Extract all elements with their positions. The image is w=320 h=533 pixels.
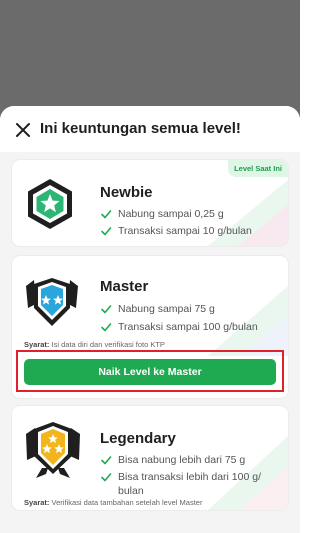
- benefit-item: Bisa nabung lebih dari 75 g: [100, 453, 245, 467]
- benefit-item: Nabung sampai 75 g: [100, 302, 215, 316]
- legendary-badge-icon: [26, 422, 80, 478]
- upgrade-to-master-button[interactable]: Naik Level ke Master: [24, 359, 276, 385]
- check-icon: [101, 473, 112, 482]
- benefit-item: Transaksi sampai 10 g/bulan: [100, 224, 252, 238]
- level-name: Legendary: [100, 430, 176, 447]
- check-icon: [101, 456, 112, 465]
- benefit-text: Transaksi sampai 10 g/bulan: [118, 225, 252, 237]
- current-level-badge: Level Saat Ini: [228, 160, 288, 177]
- check-icon: [101, 323, 112, 332]
- benefit-text-line: Bisa transaksi lebih dari 100 g/: [118, 471, 261, 483]
- requirement-text: Syarat: Verifikasi data tambahan setelah…: [24, 498, 202, 507]
- benefit-text: Nabung sampai 75 g: [118, 303, 215, 315]
- benefit-text-line: bulan: [118, 485, 144, 497]
- sheet-title: Ini keuntungan semua level!: [40, 120, 241, 137]
- close-icon[interactable]: [14, 121, 32, 139]
- benefit-text: Bisa transaksi lebih dari 100 g/ bulan: [118, 470, 261, 498]
- benefit-item: Transaksi sampai 100 g/bulan: [100, 320, 258, 334]
- sheet-header: Ini keuntungan semua level!: [0, 106, 300, 152]
- level-name: Newbie: [100, 184, 153, 201]
- requirement-label: Syarat:: [24, 340, 50, 349]
- requirement-value: Verifikasi data tambahan setelah level M…: [51, 498, 203, 507]
- requirement-text: Syarat: Isi data diri dan verifikasi fot…: [24, 340, 165, 349]
- level-name: Master: [100, 278, 149, 295]
- newbie-badge-icon: [28, 179, 72, 229]
- master-badge-icon: [26, 278, 78, 326]
- benefit-text: Bisa nabung lebih dari 75 g: [118, 454, 246, 466]
- requirement-label: Syarat:: [24, 498, 50, 507]
- level-card-legendary: Legendary Bisa nabung lebih dari 75 g Bi…: [12, 406, 288, 510]
- check-icon: [101, 227, 112, 236]
- benefit-item: Nabung sampai 0,25 g: [100, 207, 224, 221]
- check-icon: [101, 210, 112, 219]
- benefit-text: Transaksi sampai 100 g/bulan: [118, 321, 258, 333]
- requirement-value: Isi data diri dan verifikasi foto KTP: [51, 340, 165, 349]
- check-icon: [101, 305, 112, 314]
- levels-bottom-sheet: Ini keuntungan semua level! Level Saat I…: [0, 106, 300, 533]
- benefit-text: Nabung sampai 0,25 g: [118, 208, 224, 220]
- benefit-item: Bisa transaksi lebih dari 100 g/ bulan: [100, 470, 261, 498]
- level-card-newbie: Level Saat Ini Newbie Nabung sampai 0,25…: [12, 160, 288, 246]
